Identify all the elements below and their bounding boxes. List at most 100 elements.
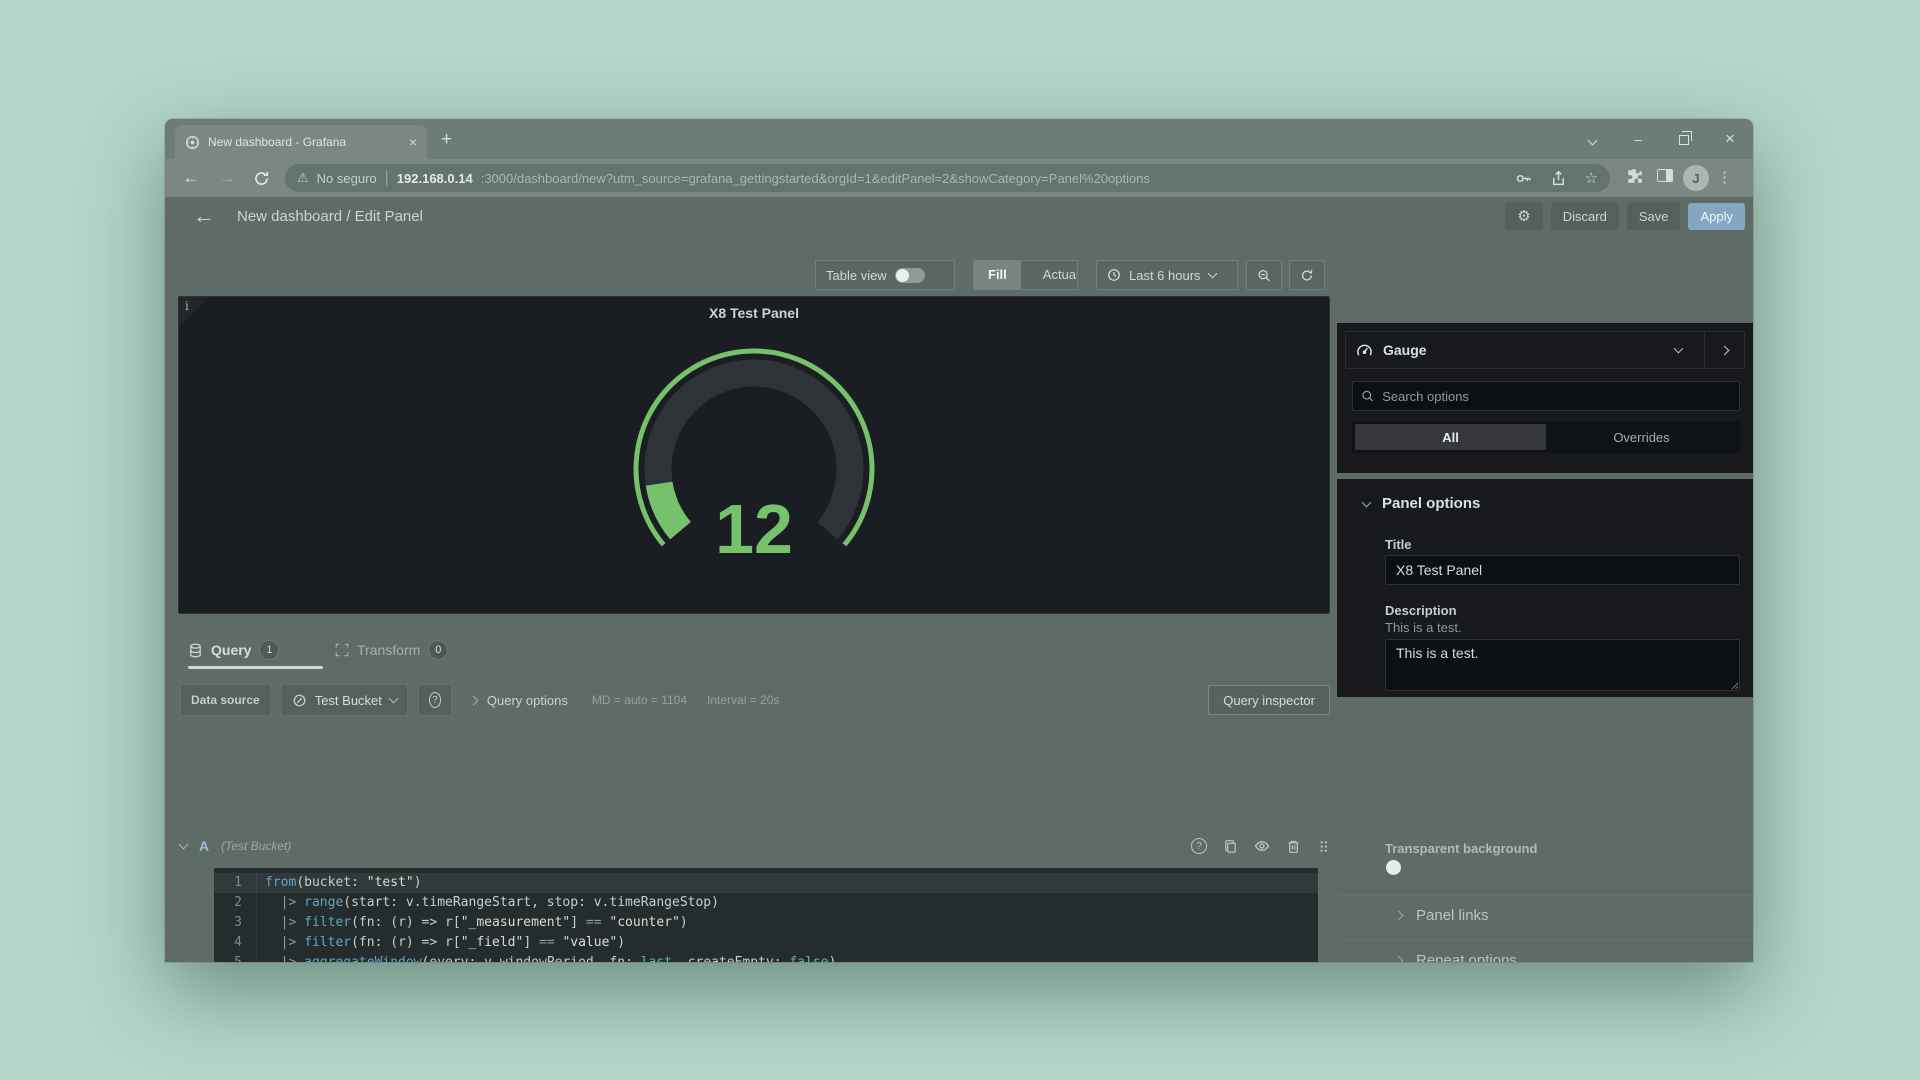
query-collapse-chevron-icon[interactable] <box>179 840 189 850</box>
browser-window: New dashboard - Grafana × + – × ← → ⚠ No… <box>165 119 1753 962</box>
restore-button[interactable] <box>1661 131 1707 147</box>
share-icon[interactable] <box>1550 170 1567 187</box>
save-button[interactable]: Save <box>1627 203 1681 230</box>
code-line-3[interactable]: 3 |> filter(fn: (r) => r["_measurement"]… <box>214 913 1318 933</box>
datasource-value: Test Bucket <box>315 693 382 708</box>
flux-query-editor[interactable]: 1from(bucket: "test")2 |> range(start: v… <box>214 868 1318 962</box>
query-tab-bar: Query 1 Transform 0 <box>165 635 1330 669</box>
datasource-help-button[interactable]: ? <box>418 684 452 716</box>
panel-links-section[interactable]: Panel links <box>1337 895 1753 935</box>
visualization-picker[interactable]: Gauge <box>1345 331 1745 369</box>
tab-transform[interactable]: Transform 0 <box>335 635 448 665</box>
bookmark-star-icon[interactable]: ☆ <box>1585 169 1598 187</box>
query-options-chevron-icon <box>468 695 478 705</box>
hide-query-eye-icon[interactable] <box>1254 838 1270 854</box>
tab-all[interactable]: All <box>1355 424 1546 450</box>
actual-option[interactable]: Actual <box>1029 261 1078 289</box>
table-view-toggle[interactable]: Table view <box>815 260 955 290</box>
delete-query-trash-icon[interactable] <box>1286 839 1301 854</box>
profile-avatar[interactable]: J <box>1683 165 1709 191</box>
panel-description-textarea[interactable]: This is a test. <box>1385 639 1740 691</box>
refresh-icon <box>1300 268 1314 283</box>
interval-text: Interval = 20s <box>707 693 779 707</box>
drag-handle-icon[interactable] <box>1317 839 1330 854</box>
apply-button[interactable]: Apply <box>1688 203 1745 230</box>
grafana-app: ← New dashboard / Edit Panel ⚙ Discard S… <box>165 197 1753 962</box>
tab-close-icon[interactable]: × <box>409 134 417 150</box>
forward-icon[interactable]: → <box>209 168 245 188</box>
tab-overrides[interactable]: Overrides <box>1546 424 1737 450</box>
url-path: :3000/dashboard/new?utm_source=grafana_g… <box>481 171 1507 186</box>
browser-menu-kebab-icon[interactable]: ⋮ <box>1717 168 1732 186</box>
code-line-1[interactable]: 1from(bucket: "test") <box>214 873 1318 893</box>
datasource-picker[interactable]: Test Bucket <box>281 684 408 716</box>
reload-icon[interactable] <box>253 170 270 187</box>
panel-options-section-header[interactable]: Panel options <box>1363 495 1480 512</box>
query-count-badge: 1 <box>259 640 279 660</box>
panel-title[interactable]: X8 Test Panel <box>179 305 1329 321</box>
options-search-box[interactable] <box>1352 381 1740 411</box>
url-bar[interactable]: ⚠ No seguro | 192.168.0.14 :3000/dashboa… <box>285 164 1610 192</box>
password-key-icon[interactable] <box>1515 170 1532 187</box>
query-options-button[interactable]: Query options <box>487 693 568 708</box>
time-range-chevron-icon <box>1207 269 1217 279</box>
discard-button[interactable]: Discard <box>1551 203 1619 230</box>
transform-icon <box>335 643 349 657</box>
visualization-name: Gauge <box>1383 342 1427 358</box>
zoom-out-button[interactable] <box>1246 260 1282 290</box>
description-field-label: Description <box>1385 603 1457 618</box>
transform-tab-label: Transform <box>357 642 420 658</box>
extensions-puzzle-icon[interactable] <box>1625 167 1643 185</box>
options-tabs: All Overrides <box>1352 421 1740 453</box>
close-button[interactable]: × <box>1707 129 1753 149</box>
gauge-panel[interactable]: i X8 Test Panel 12 <box>178 296 1330 614</box>
transform-count-badge: 0 <box>428 640 448 660</box>
gauge-viz-icon <box>1356 342 1373 359</box>
code-line-4[interactable]: 4 |> filter(fn: (r) => r["_field"] == "v… <box>214 933 1318 953</box>
datasource-label-chip: Data source <box>180 684 271 716</box>
panel-options-chevron-icon <box>1362 497 1372 507</box>
code-line-2[interactable]: 2 |> range(start: v.timeRangeStart, stop… <box>214 893 1318 913</box>
panel-links-label: Panel links <box>1416 907 1489 924</box>
viz-picker-chevron-icon <box>1674 344 1684 354</box>
datasource-row: Data source Test Bucket ? Query options … <box>180 684 1330 716</box>
security-label: No seguro <box>317 171 377 186</box>
repeat-options-label: Repeat options <box>1416 952 1517 962</box>
time-range-label: Last 6 hours <box>1129 268 1201 283</box>
browser-tab[interactable]: New dashboard - Grafana × <box>175 125 427 159</box>
clock-icon <box>1107 268 1121 282</box>
back-to-dashboard-icon[interactable]: ← <box>193 203 215 229</box>
query-inspector-button[interactable]: Query inspector <box>1208 685 1330 715</box>
table-view-switch[interactable] <box>895 268 925 283</box>
repeat-options-section[interactable]: Repeat options <box>1337 940 1753 962</box>
query-help-icon[interactable]: ? <box>1191 838 1207 854</box>
back-icon[interactable]: ← <box>173 168 209 188</box>
url-host: 192.168.0.14 <box>397 171 473 186</box>
settings-gear-button[interactable]: ⚙ <box>1505 203 1542 230</box>
tab-title: New dashboard - Grafana <box>208 135 401 149</box>
tab-query[interactable]: Query 1 <box>188 635 279 665</box>
panel-options-block: Panel options Title Description This is … <box>1337 479 1753 697</box>
query-ref-id[interactable]: A <box>199 838 209 854</box>
refresh-button[interactable] <box>1289 260 1325 290</box>
time-range-picker[interactable]: Last 6 hours <box>1096 260 1238 290</box>
collapse-sidebar-button[interactable] <box>1704 332 1744 368</box>
datasource-label: Data source <box>191 693 260 707</box>
fill-option[interactable]: Fill <box>974 261 1021 289</box>
url-separator: | <box>385 169 389 187</box>
query-ref-row: A (Test Bucket) ? <box>180 830 1330 862</box>
description-helper-text: This is a test. <box>1385 620 1462 635</box>
window-menu-chevron-icon[interactable] <box>1569 131 1615 147</box>
textarea-resize-handle[interactable] <box>1731 682 1739 690</box>
search-options-input[interactable] <box>1382 389 1731 404</box>
duplicate-query-icon[interactable] <box>1223 839 1238 854</box>
side-panel-icon[interactable] <box>1657 169 1673 182</box>
edit-panel-header: ← New dashboard / Edit Panel ⚙ Discard S… <box>165 197 1753 235</box>
query-datasource-note: (Test Bucket) <box>221 839 291 853</box>
title-field-label: Title <box>1385 537 1412 552</box>
code-line-5[interactable]: 5 |> aggregateWindow(every: v.windowPeri… <box>214 953 1318 962</box>
panel-title-input[interactable] <box>1385 555 1740 585</box>
new-tab-button[interactable]: + <box>441 129 452 151</box>
minimize-button[interactable]: – <box>1615 131 1661 147</box>
repeat-options-chevron-icon <box>1394 956 1404 962</box>
